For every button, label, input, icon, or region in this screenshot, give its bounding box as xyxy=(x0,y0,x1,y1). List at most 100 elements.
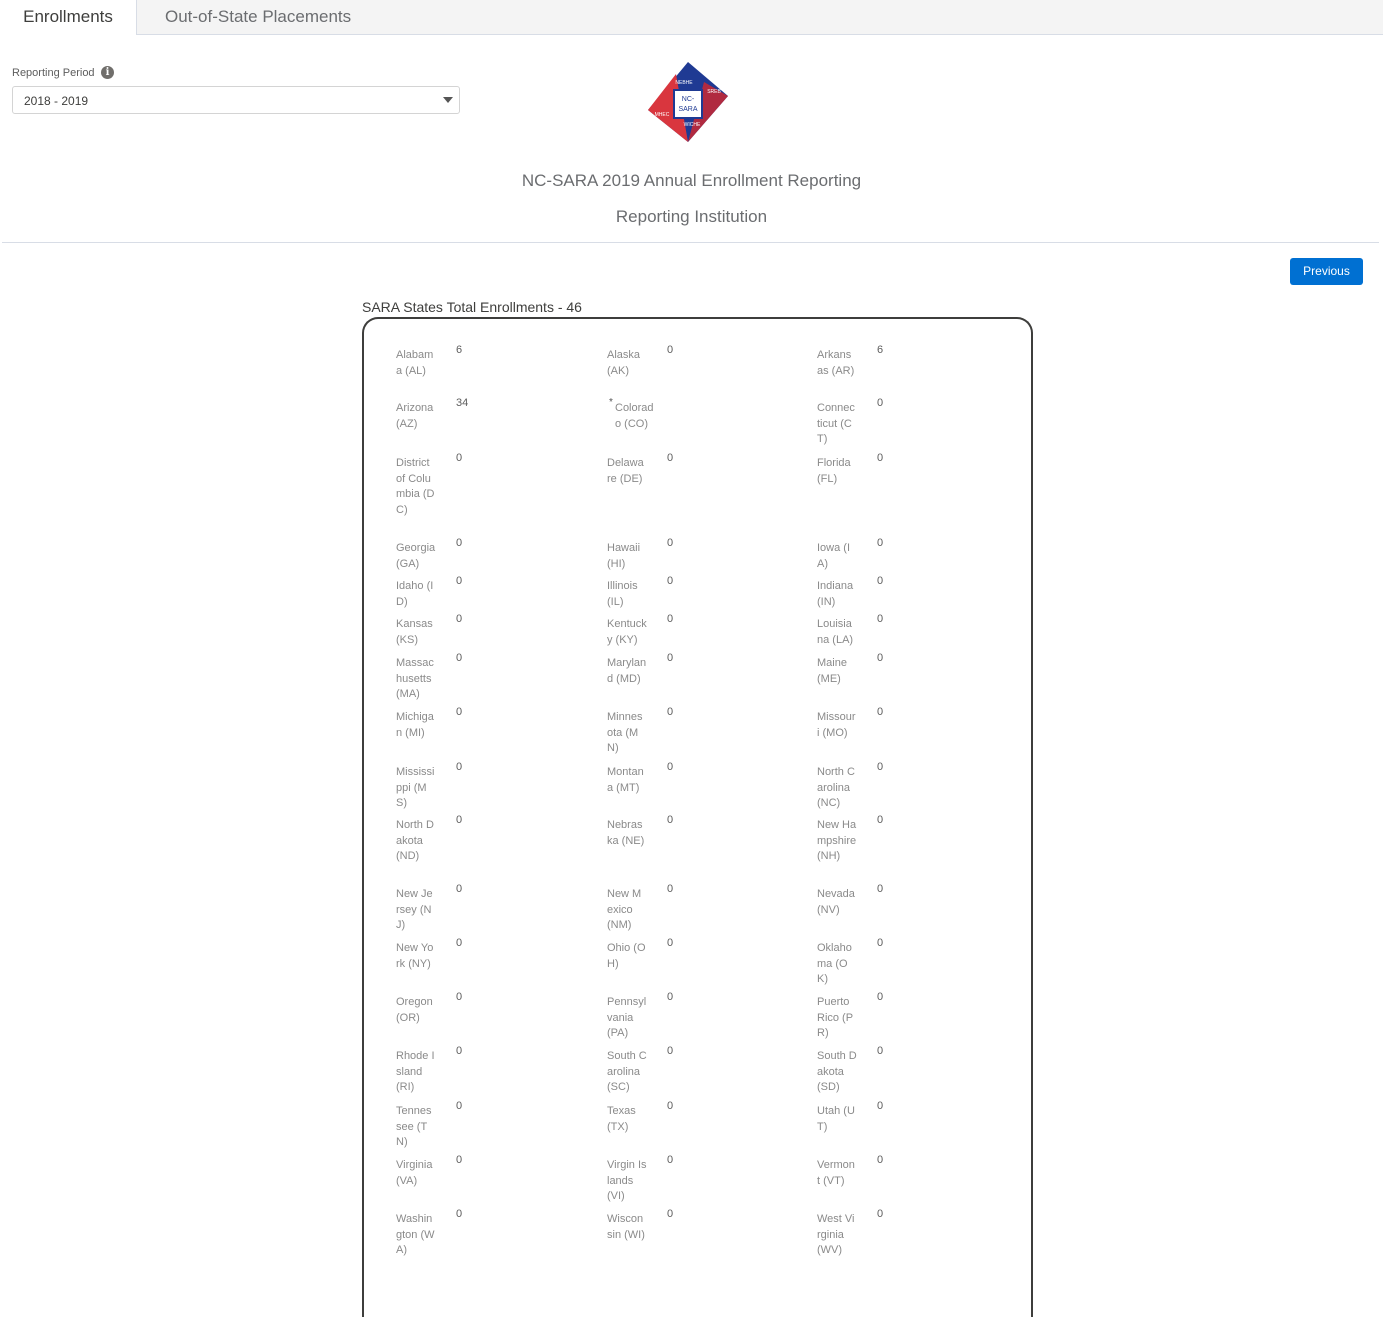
state-enrollment-value[interactable]: 0 xyxy=(667,344,673,356)
state-name: Texas (TX) xyxy=(607,1105,636,1133)
state-enrollment-value[interactable]: 0 xyxy=(877,1100,883,1112)
logo-center-text-1: NC- xyxy=(682,96,695,103)
state-enrollment-value[interactable]: 0 xyxy=(456,991,462,1003)
state-enrollment-value[interactable]: 0 xyxy=(456,1208,462,1220)
state-enrollment-value[interactable]: 0 xyxy=(456,452,462,464)
state-enrollment-value[interactable]: 0 xyxy=(667,452,673,464)
state-name: Idaho (ID) xyxy=(396,580,434,608)
state-name: Hawaii (HI) xyxy=(607,542,641,570)
state-enrollment-value[interactable]: 34 xyxy=(456,397,468,409)
state-enrollment-value[interactable]: 0 xyxy=(877,652,883,664)
state-enrollment-value[interactable]: 0 xyxy=(667,937,673,949)
state-name: Pennsylvania (PA) xyxy=(607,996,647,1039)
state-enrollment-value[interactable]: 0 xyxy=(456,1100,462,1112)
state-enrollment-value[interactable]: 0 xyxy=(456,613,462,625)
state-enrollment-value[interactable]: 0 xyxy=(877,575,883,587)
state-name: Connecticut (CT) xyxy=(817,402,855,445)
state-enrollment-value[interactable]: 0 xyxy=(667,814,673,826)
state-enrollment-value[interactable]: 0 xyxy=(877,883,883,895)
state-enrollment-value[interactable]: 0 xyxy=(667,1045,673,1057)
info-icon[interactable]: i xyxy=(101,66,114,79)
chevron-down-icon xyxy=(443,97,453,103)
state-name: Indiana (IN) xyxy=(817,580,854,608)
previous-button[interactable]: Previous xyxy=(1290,258,1363,285)
state-enrollment-value[interactable]: 0 xyxy=(456,652,462,664)
state-name: Kentucky (KY) xyxy=(607,618,647,646)
state-enrollment-value[interactable]: 0 xyxy=(667,1100,673,1112)
state-enrollment-value[interactable]: 0 xyxy=(877,1208,883,1220)
reporting-period-select[interactable]: 2018 - 2019 xyxy=(12,86,460,114)
state-name: North Dakota (ND) xyxy=(396,819,434,862)
state-name: Alaska (AK) xyxy=(607,349,641,377)
state-name: New Hampshire (NH) xyxy=(817,819,857,862)
state-enrollment-value[interactable]: 0 xyxy=(667,613,673,625)
state-name: Alabama (AL) xyxy=(396,349,434,377)
required-marker: * xyxy=(609,397,613,408)
state-enrollment-value[interactable]: 0 xyxy=(877,452,883,464)
state-enrollment-value[interactable]: 0 xyxy=(667,991,673,1003)
state-name: New Jersey (NJ) xyxy=(396,888,433,931)
state-enrollment-value[interactable]: 0 xyxy=(456,1045,462,1057)
state-enrollment-value[interactable]: 0 xyxy=(667,706,673,718)
state-enrollment-value[interactable]: 0 xyxy=(667,537,673,549)
states-panel: Alabama (AL) 6 Alaska (AK) 0 Arkansas (AR) 6 A… xyxy=(362,317,1033,1317)
tab-out-of-state-placements[interactable]: Out-of-State Placements xyxy=(165,0,351,34)
state-enrollment-value[interactable]: 0 xyxy=(667,1208,673,1220)
state-name: Nevada (NV) xyxy=(817,888,855,916)
divider xyxy=(2,242,1379,243)
state-enrollment-value[interactable]: 0 xyxy=(877,613,883,625)
state-enrollment-value[interactable]: 0 xyxy=(456,1154,462,1166)
state-name: Colorado (CO) xyxy=(615,402,654,430)
state-enrollment-value[interactable]: 6 xyxy=(877,344,883,356)
state-enrollment-value[interactable]: 0 xyxy=(877,937,883,949)
state-name: New York (NY) xyxy=(396,942,434,970)
state-enrollment-value[interactable]: 0 xyxy=(877,706,883,718)
state-enrollment-value[interactable]: 0 xyxy=(456,883,462,895)
state-enrollment-value[interactable]: 0 xyxy=(877,814,883,826)
state-name: Kansas (KS) xyxy=(396,618,433,646)
state-name: Louisiana (LA) xyxy=(817,618,854,646)
state-name: Virginia (VA) xyxy=(396,1159,433,1187)
tab-enrollments[interactable]: Enrollments xyxy=(0,0,137,35)
logo-corner-label-4: WICHE xyxy=(684,122,701,128)
state-enrollment-value[interactable]: 0 xyxy=(456,575,462,587)
state-name: Mississippi (MS) xyxy=(396,766,435,809)
state-enrollment-value[interactable]: 0 xyxy=(877,397,883,409)
state-name: Georgia (GA) xyxy=(396,542,436,570)
state-enrollment-value[interactable]: 0 xyxy=(667,761,673,773)
state-name: Washington (WA) xyxy=(396,1213,435,1256)
state-enrollment-value[interactable]: 0 xyxy=(456,814,462,826)
state-name: New Mexico (NM) xyxy=(607,888,642,931)
state-enrollment-value[interactable]: 0 xyxy=(456,761,462,773)
state-enrollment-value[interactable]: 0 xyxy=(667,575,673,587)
state-enrollment-value[interactable]: 0 xyxy=(456,937,462,949)
total-enrollments-label: SARA States Total Enrollments - 46 xyxy=(362,299,582,315)
reporting-period-value: 2018 - 2019 xyxy=(24,94,89,108)
state-name: Virgin Islands (VI) xyxy=(607,1159,647,1202)
page-subtitle: Reporting Institution xyxy=(615,207,768,226)
state-name: Oklahoma (OK) xyxy=(817,942,852,985)
tab-bar: Enrollments Out-of-State Placements xyxy=(0,0,1383,35)
state-name: West Virginia (WV) xyxy=(817,1213,855,1256)
state-enrollment-value[interactable]: 0 xyxy=(877,1045,883,1057)
state-name: Montana (MT) xyxy=(607,766,644,794)
state-enrollment-value[interactable]: 0 xyxy=(877,1154,883,1166)
state-name: North Carolina (NC) xyxy=(817,766,855,809)
state-name: Minnesota (MN) xyxy=(607,711,643,754)
state-enrollment-value[interactable]: 0 xyxy=(456,706,462,718)
state-enrollment-value[interactable]: 0 xyxy=(877,537,883,549)
logo-corner-label-3: MHEC xyxy=(655,112,670,118)
state-enrollment-value[interactable]: 6 xyxy=(456,344,462,356)
state-enrollment-value[interactable]: 0 xyxy=(877,991,883,1003)
state-enrollment-value[interactable]: 0 xyxy=(667,1154,673,1166)
state-enrollment-value[interactable]: 0 xyxy=(877,761,883,773)
state-name: Rhode Island (RI) xyxy=(396,1050,435,1093)
logo-center-box xyxy=(673,89,703,119)
state-enrollment-value[interactable]: 0 xyxy=(667,652,673,664)
state-enrollment-value[interactable]: 0 xyxy=(456,537,462,549)
logo-center-text-2: SARA xyxy=(678,106,697,113)
state-name: Florida (FL) xyxy=(817,457,851,485)
state-enrollment-value[interactable]: 0 xyxy=(667,883,673,895)
state-name: Puerto Rico (PR) xyxy=(817,996,854,1039)
state-name: Utah (UT) xyxy=(817,1105,855,1133)
